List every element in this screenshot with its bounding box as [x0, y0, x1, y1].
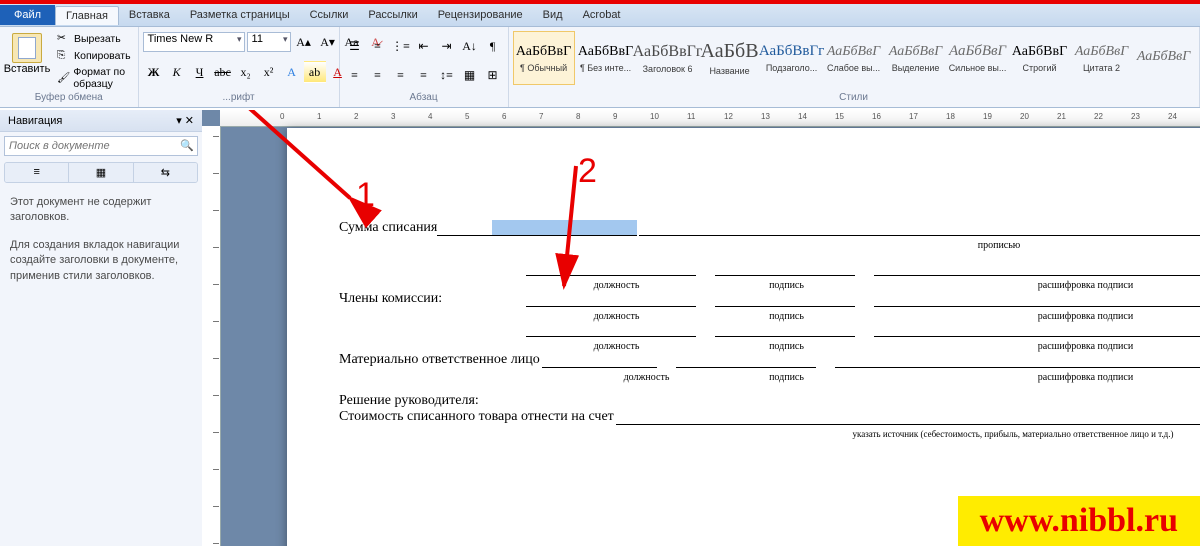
- italic-button[interactable]: К: [166, 61, 188, 83]
- numbering-button[interactable]: ≡: [367, 35, 389, 57]
- watermark: www.nibbl.ru: [958, 496, 1200, 546]
- indent-inc-button[interactable]: ⇥: [436, 35, 458, 57]
- font-size-combo[interactable]: 11: [247, 32, 291, 52]
- text-selection[interactable]: [492, 220, 637, 236]
- brush-icon: 🖌: [57, 71, 70, 85]
- tab-layout[interactable]: Разметка страницы: [180, 6, 300, 24]
- underline-button[interactable]: Ч: [189, 61, 211, 83]
- copy-button[interactable]: ⎘Копировать: [54, 48, 134, 64]
- group-styles: АаБбВвГ¶ ОбычныйАаБбВвГ¶ Без инте...АаБб…: [509, 27, 1200, 107]
- text-effects-button[interactable]: A: [281, 61, 303, 83]
- group-paragraph: ☰ ≡ ⋮≡ ⇤ ⇥ A↓ ¶ ≡ ≡ ≡ ≡ ↕≡ ▦ ⊞: [340, 27, 509, 107]
- horizontal-ruler[interactable]: 0123456789101112131415161718192021222324…: [220, 110, 1200, 127]
- style-tile-8[interactable]: АаБбВвГСтрогий: [1009, 31, 1071, 85]
- borders-button[interactable]: ⊞: [482, 64, 504, 86]
- row-responsible: Материально ответственное лицо: [339, 352, 1200, 368]
- style-tile-1[interactable]: АаБбВвГ¶ Без инте...: [575, 31, 637, 85]
- group-font-label: ...рифт: [143, 92, 335, 105]
- document-area: 0123456789101112131415161718192021222324…: [202, 110, 1200, 546]
- group-paragraph-label: Абзац: [344, 92, 504, 105]
- line-spacing-button[interactable]: ↕≡: [436, 64, 458, 86]
- paste-button[interactable]: Вставить: [4, 31, 50, 77]
- font-name-combo[interactable]: Times New R: [143, 32, 245, 52]
- nav-tab-headings[interactable]: ≡: [5, 163, 69, 182]
- vertical-ruler[interactable]: [202, 126, 221, 546]
- nav-close-icon[interactable]: ▾ ✕: [176, 114, 194, 127]
- search-icon[interactable]: 🔍: [180, 139, 194, 152]
- tab-home[interactable]: Главная: [55, 6, 119, 25]
- annotation-2: 2: [578, 152, 597, 191]
- document-content: Сумма списания прописью должность: [339, 220, 1200, 439]
- tab-acrobat[interactable]: Acrobat: [573, 6, 631, 24]
- bullets-button[interactable]: ☰: [344, 35, 366, 57]
- tab-file[interactable]: Файл: [0, 5, 55, 25]
- style-tile-9[interactable]: АаБбВвГЦитата 2: [1071, 31, 1133, 85]
- nav-search: 🔍: [4, 136, 198, 156]
- superscript-button[interactable]: x²: [258, 61, 280, 83]
- show-marks-button[interactable]: ¶: [482, 35, 504, 57]
- shading-button[interactable]: ▦: [459, 64, 481, 86]
- nav-tab-results[interactable]: ⇆: [134, 163, 197, 182]
- highlight-button[interactable]: ab: [304, 61, 326, 83]
- sort-button[interactable]: A↓: [459, 35, 481, 57]
- style-tile-7[interactable]: АаБбВвГСильное вы...: [947, 31, 1009, 85]
- row-decision: Стоимость списанного товара отнести на с…: [339, 409, 1200, 425]
- style-tile-6[interactable]: АаБбВвГВыделение: [885, 31, 947, 85]
- grow-font-button[interactable]: A▴: [293, 31, 315, 53]
- navigation-pane: Навигация ▾ ✕ 🔍 ≡ ▦ ⇆ Этот документ не с…: [0, 110, 203, 546]
- style-tile-5[interactable]: АаБбВвГСлабое вы...: [823, 31, 885, 85]
- group-clipboard: Вставить ✂Вырезать ⎘Копировать 🖌Формат п…: [0, 27, 139, 107]
- nav-empty-msg2: Для создания вкладок навигации создайте …: [0, 232, 202, 290]
- menu-tabs: Файл Главная Вставка Разметка страницы С…: [0, 4, 1200, 27]
- row-members: Члены комиссии:: [339, 291, 1200, 307]
- row-sum: Сумма списания: [339, 220, 1200, 236]
- nav-view-tabs: ≡ ▦ ⇆: [4, 162, 198, 183]
- tab-insert[interactable]: Вставка: [119, 6, 180, 24]
- row-decision-label: Решение руководителя:: [339, 393, 1200, 409]
- paste-icon: [12, 33, 42, 63]
- subscript-button[interactable]: x₂: [235, 61, 257, 83]
- annotation-1: 1: [356, 176, 375, 215]
- scissors-icon: ✂: [57, 32, 71, 46]
- tab-mailings[interactable]: Рассылки: [358, 6, 427, 24]
- format-painter-button[interactable]: 🖌Формат по образцу: [54, 65, 134, 91]
- justify-button[interactable]: ≡: [413, 64, 435, 86]
- style-tile-10[interactable]: АаБбВвГ: [1133, 31, 1195, 85]
- nav-tab-pages[interactable]: ▦: [69, 163, 133, 182]
- ribbon: Вставить ✂Вырезать ⎘Копировать 🖌Формат п…: [0, 27, 1200, 108]
- align-left-button[interactable]: ≡: [344, 64, 366, 86]
- group-styles-label: Стили: [513, 92, 1195, 105]
- shrink-font-button[interactable]: A▾: [317, 31, 339, 53]
- style-tile-3[interactable]: АаБбВНазвание: [699, 31, 761, 85]
- group-clipboard-label: Буфер обмена: [4, 92, 134, 105]
- style-tile-0[interactable]: АаБбВвГ¶ Обычный: [513, 31, 575, 85]
- style-tile-2[interactable]: АаБбВвГгЗаголовок 6: [637, 31, 699, 85]
- align-center-button[interactable]: ≡: [367, 64, 389, 86]
- multilevel-button[interactable]: ⋮≡: [390, 35, 412, 57]
- strike-button[interactable]: abc: [212, 61, 234, 83]
- align-right-button[interactable]: ≡: [390, 64, 412, 86]
- style-tile-4[interactable]: АаБбВвГгПодзаголо...: [761, 31, 823, 85]
- copy-icon: ⎘: [57, 49, 71, 63]
- paste-label: Вставить: [4, 63, 51, 75]
- nav-title-bar: Навигация ▾ ✕: [0, 110, 202, 132]
- indent-dec-button[interactable]: ⇤: [413, 35, 435, 57]
- bold-button[interactable]: Ж: [143, 61, 165, 83]
- nav-empty-msg1: Этот документ не содержит заголовков.: [0, 189, 202, 232]
- tab-references[interactable]: Ссылки: [300, 6, 359, 24]
- group-font: Times New R 11 A▴ A▾ Aa A̷ Ж К Ч abc x₂ …: [139, 27, 340, 107]
- page[interactable]: Сумма списания прописью должность: [287, 128, 1200, 546]
- tab-view[interactable]: Вид: [533, 6, 573, 24]
- nav-search-input[interactable]: [4, 136, 198, 156]
- tab-review[interactable]: Рецензирование: [428, 6, 533, 24]
- cut-button[interactable]: ✂Вырезать: [54, 31, 134, 47]
